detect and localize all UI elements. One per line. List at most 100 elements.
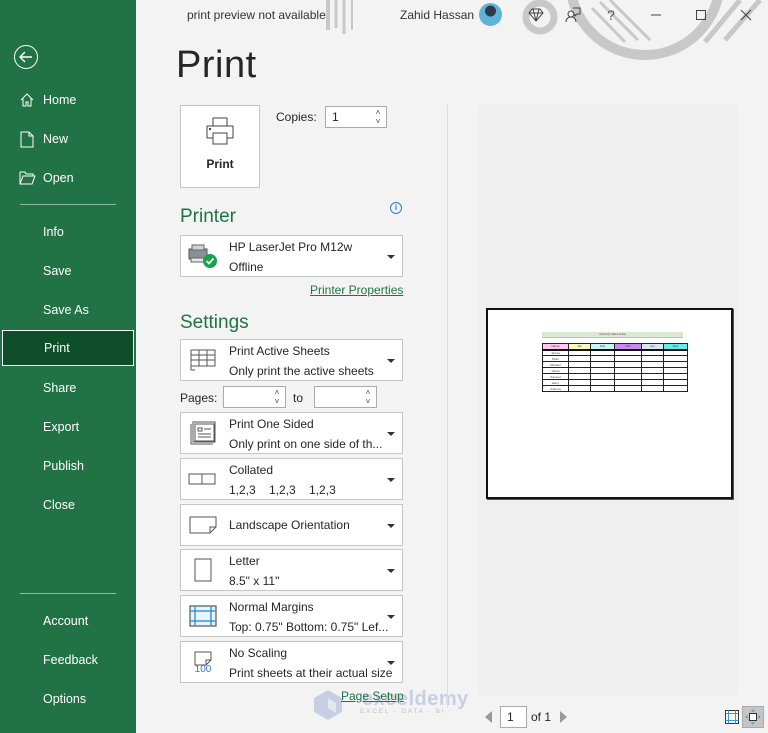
show-margins-button[interactable] <box>721 706 743 728</box>
new-document-icon <box>18 130 36 148</box>
printer-properties-link[interactable]: Printer Properties <box>310 283 403 297</box>
page-setup-link[interactable]: Page Setup <box>341 689 404 703</box>
margins-icon <box>185 596 221 636</box>
premium-diamond-button[interactable] <box>526 5 546 25</box>
print-what-dropdown[interactable]: Print Active Sheets Only print the activ… <box>180 339 403 381</box>
setting-title: Landscape Orientation <box>229 518 350 532</box>
sidebar-item-options[interactable]: Options <box>0 681 136 717</box>
setting-title: No Scaling <box>229 646 288 660</box>
setting-title: Print One Sided <box>229 417 314 431</box>
printer-status: Offline <box>229 260 264 274</box>
sidebar-item-new[interactable]: New <box>0 121 136 157</box>
minimize-button[interactable] <box>646 5 666 25</box>
close-icon <box>740 9 752 21</box>
setting-title: Collated <box>229 463 274 477</box>
pages-to-stepper[interactable]: ˄ ˅ <box>364 388 372 406</box>
arrow-left-icon <box>19 51 32 63</box>
maximize-button[interactable] <box>691 5 711 25</box>
sidebar-item-save-as[interactable]: Save As <box>0 292 136 328</box>
printer-name: HP LaserJet Pro M12w <box>229 240 353 254</box>
printer-dropdown[interactable]: HP LaserJet Pro M12w Offline <box>180 235 403 277</box>
coauthor-button[interactable] <box>563 5 583 25</box>
setting-subtitle: Only print on one side of th... <box>229 437 383 451</box>
info-icon[interactable]: i <box>390 202 402 214</box>
collated-icon <box>185 459 221 499</box>
current-page-value: 1 <box>507 710 514 724</box>
sidebar-item-info[interactable]: Info <box>0 214 136 250</box>
margins-dropdown[interactable]: Normal Margins Top: 0.75" Bottom: 0.75" … <box>180 595 403 637</box>
home-icon <box>18 91 36 109</box>
settings-heading: Settings <box>180 312 249 333</box>
copies-input[interactable]: 1 ˄ ˅ <box>325 106 387 128</box>
print-button-label: Print <box>206 157 234 171</box>
watermark-subtext: EXCEL · DATA · BI <box>360 708 446 715</box>
chevron-down-icon <box>387 359 395 363</box>
preview-cell <box>590 385 615 392</box>
panel-divider <box>447 105 448 708</box>
sidebar-divider <box>20 204 116 205</box>
next-page-button[interactable] <box>560 711 567 723</box>
sidebar-item-save[interactable]: Save <box>0 253 136 289</box>
preview-status-text: print preview not available <box>187 8 326 22</box>
chevron-down-icon <box>387 432 395 436</box>
preview-sheet-title: Monthly Sales Data <box>542 332 683 338</box>
back-button[interactable] <box>14 45 38 69</box>
preview-table: Name Jan Feb Mar Apr May James Peter Michael Sar… <box>542 343 688 392</box>
diamond-icon <box>528 8 544 22</box>
sidebar-item-feedback[interactable]: Feedback <box>0 642 136 678</box>
page-title: Print <box>176 44 257 86</box>
sidebar-item-account[interactable]: Account <box>0 603 136 639</box>
setting-title: Normal Margins <box>229 600 314 614</box>
current-page-input[interactable]: 1 <box>500 706 527 728</box>
sidebar-item-export[interactable]: Export <box>0 409 136 445</box>
close-window-button[interactable] <box>736 5 756 25</box>
preview-table-row: Anthony <box>542 385 688 392</box>
print-button[interactable]: Print <box>180 105 260 188</box>
sidebar-item-home[interactable]: Home <box>0 82 136 118</box>
scaling-dropdown[interactable]: 100 No Scaling Print sheets at their act… <box>180 641 403 683</box>
backstage-sidebar: Home New Open Info Save Save As Print Sh… <box>0 0 136 733</box>
pages-from-input[interactable]: ˄ ˅ <box>223 386 286 408</box>
setting-subtitle: Print sheets at their actual size <box>229 666 393 680</box>
zoom-to-page-button[interactable] <box>742 706 764 728</box>
page-total-label: of 1 <box>531 710 552 724</box>
show-margins-icon <box>725 710 739 724</box>
help-icon: ? <box>607 7 615 23</box>
sides-dropdown[interactable]: Print One Sided Only print on one side o… <box>180 412 403 454</box>
user-avatar[interactable] <box>479 3 502 26</box>
chevron-down-icon <box>387 661 395 665</box>
chevron-down-icon <box>387 478 395 482</box>
scaling-icon-text: 100 <box>194 663 212 675</box>
chevron-down-icon <box>387 255 395 259</box>
sidebar-item-open[interactable]: Open <box>0 160 136 196</box>
pages-label: Pages: <box>180 391 218 405</box>
sidebar-item-close[interactable]: Close <box>0 487 136 523</box>
setting-subtitle: 8.5" x 11" <box>229 574 280 588</box>
setting-subtitle: 1,2,3 1,2,3 1,2,3 <box>229 483 336 497</box>
coauthor-icon <box>565 7 581 23</box>
paper-size-icon <box>185 550 221 590</box>
scaling-icon: 100 <box>185 642 221 682</box>
paper-size-dropdown[interactable]: Letter 8.5" x 11" <box>180 549 403 591</box>
sidebar-item-share[interactable]: Share <box>0 370 136 406</box>
pages-from-stepper[interactable]: ˄ ˅ <box>273 388 281 406</box>
sidebar-item-publish[interactable]: Publish <box>0 448 136 484</box>
sidebar-divider <box>20 593 116 594</box>
one-sided-icon <box>185 413 221 453</box>
user-name[interactable]: Zahid Hassan <box>400 8 474 22</box>
zoom-to-page-icon <box>745 709 761 725</box>
chevron-down-icon <box>387 524 395 528</box>
collation-dropdown[interactable]: Collated 1,2,3 1,2,3 1,2,3 <box>180 458 403 500</box>
sidebar-item-print[interactable]: Print <box>2 330 134 366</box>
folder-open-icon <box>18 169 36 187</box>
printer-status-icon <box>185 236 221 276</box>
orientation-dropdown[interactable]: Landscape Orientation <box>180 504 403 546</box>
landscape-icon <box>185 505 221 545</box>
pages-to-input[interactable]: ˄ ˅ <box>314 386 377 408</box>
copies-label: Copies: <box>276 110 317 124</box>
copies-value: 1 <box>332 110 339 124</box>
help-button[interactable]: ? <box>601 5 621 25</box>
chevron-down-icon <box>387 569 395 573</box>
copies-stepper[interactable]: ˄ ˅ <box>374 108 382 126</box>
previous-page-button[interactable] <box>485 711 492 723</box>
